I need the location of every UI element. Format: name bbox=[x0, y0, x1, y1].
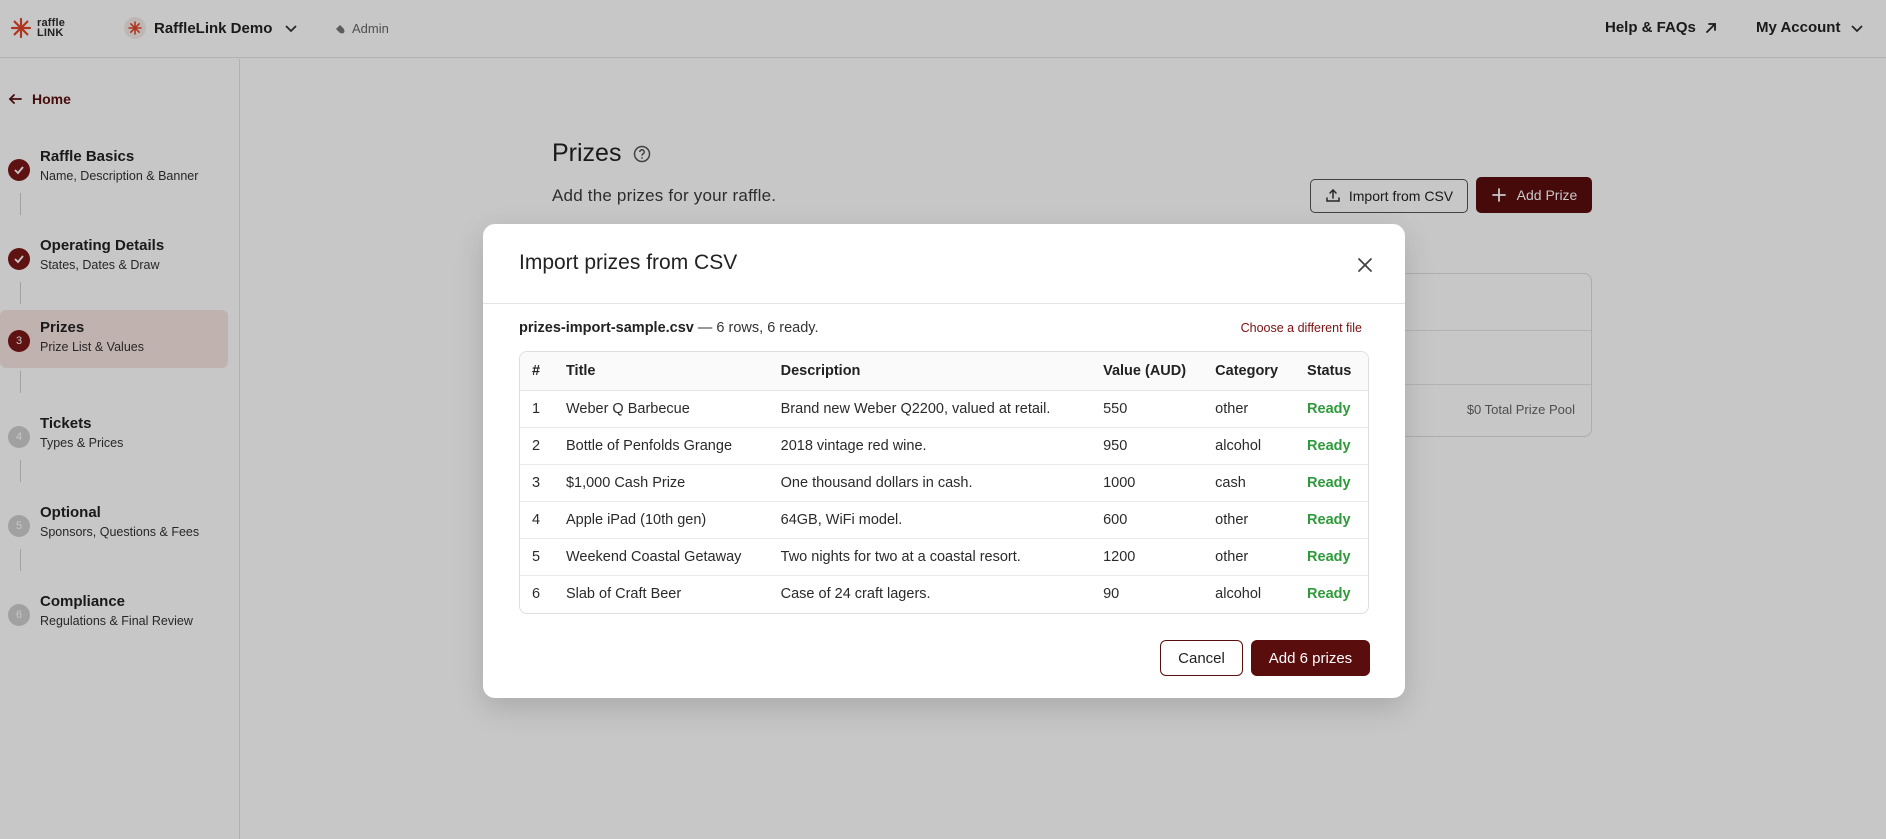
column-header-description: Description bbox=[768, 352, 1092, 391]
column-header-status: Status bbox=[1295, 352, 1368, 391]
cell-category: alcohol bbox=[1215, 585, 1262, 602]
cell-description: 2018 vintage red wine. bbox=[768, 427, 1092, 465]
table-row: 6 Slab of Craft Beer Case of 24 craft la… bbox=[520, 575, 1368, 612]
modal-divider bbox=[483, 303, 1405, 304]
table-row: 3 $1,000 Cash Prize One thousand dollars… bbox=[520, 464, 1368, 502]
cell-description: Two nights for two at a coastal resort. bbox=[768, 538, 1092, 576]
cell-status: Ready bbox=[1295, 427, 1368, 465]
cell-value: 1200 bbox=[1091, 538, 1204, 576]
cell-status: Ready bbox=[1295, 538, 1368, 576]
cell-value: 90 bbox=[1103, 585, 1120, 602]
file-row-summary: — 6 rows, 6 ready. bbox=[693, 320, 819, 336]
table-row: 5 Weekend Coastal Getaway Two nights for… bbox=[520, 538, 1368, 576]
cell-description: Brand new Weber Q2200, valued at retail. bbox=[768, 390, 1092, 428]
cell-title: Weber Q Barbecue bbox=[553, 390, 769, 428]
table-header-row: # Title Description Value (AUD) Category… bbox=[520, 352, 1368, 391]
cell-category: other bbox=[1203, 501, 1296, 539]
column-header-number: # bbox=[520, 352, 554, 391]
add-prizes-button[interactable]: Add 6 prizes bbox=[1251, 640, 1370, 676]
cell-value: 550 bbox=[1091, 390, 1204, 428]
cell-category: other bbox=[1203, 390, 1296, 428]
file-name: prizes-import-sample.csv bbox=[519, 320, 694, 336]
close-icon[interactable] bbox=[1355, 255, 1375, 275]
cell-value: 1000 bbox=[1091, 464, 1204, 502]
cell-title: Slab of Craft Beer bbox=[565, 585, 682, 602]
column-header-title: Title bbox=[553, 352, 769, 391]
cell-category: cash bbox=[1203, 464, 1296, 502]
cell-description: Case of 24 craft lagers. bbox=[780, 585, 931, 602]
import-csv-modal: Import prizes from CSV prizes-import-sam… bbox=[483, 224, 1405, 698]
cell-status: Ready bbox=[1295, 501, 1368, 539]
table-row: 2 Bottle of Penfolds Grange 2018 vintage… bbox=[520, 427, 1368, 465]
import-preview-table: # Title Description Value (AUD) Category… bbox=[519, 351, 1369, 614]
cell-title: $1,000 Cash Prize bbox=[553, 464, 769, 502]
cell-status: Ready bbox=[1295, 464, 1368, 502]
cell-title: Apple iPad (10th gen) bbox=[553, 501, 769, 539]
cell-number: 6 bbox=[532, 585, 541, 602]
cell-description: One thousand dollars in cash. bbox=[768, 464, 1092, 502]
cell-number: 5 bbox=[520, 538, 554, 576]
column-header-value: Value (AUD) bbox=[1091, 352, 1204, 391]
cell-number: 4 bbox=[520, 501, 554, 539]
choose-different-file-link[interactable]: Choose a different file bbox=[1241, 321, 1362, 335]
table-row: 1 Weber Q Barbecue Brand new Weber Q2200… bbox=[520, 390, 1368, 428]
cell-title: Bottle of Penfolds Grange bbox=[553, 427, 769, 465]
file-summary: prizes-import-sample.csv — 6 rows, 6 rea… bbox=[519, 320, 819, 336]
cell-status: Ready bbox=[1295, 390, 1368, 428]
cell-value: 950 bbox=[1091, 427, 1204, 465]
cell-status: Ready bbox=[1307, 585, 1351, 602]
cell-number: 3 bbox=[520, 464, 554, 502]
modal-title: Import prizes from CSV bbox=[519, 251, 738, 274]
table-row: 4 Apple iPad (10th gen) 64GB, WiFi model… bbox=[520, 501, 1368, 539]
cell-category: alcohol bbox=[1203, 427, 1296, 465]
cell-description: 64GB, WiFi model. bbox=[768, 501, 1092, 539]
cell-category: other bbox=[1203, 538, 1296, 576]
cell-value: 600 bbox=[1091, 501, 1204, 539]
cancel-button[interactable]: Cancel bbox=[1160, 640, 1243, 676]
cell-title: Weekend Coastal Getaway bbox=[553, 538, 769, 576]
cell-number: 1 bbox=[520, 390, 554, 428]
cell-number: 2 bbox=[520, 427, 554, 465]
column-header-category: Category bbox=[1203, 352, 1296, 391]
